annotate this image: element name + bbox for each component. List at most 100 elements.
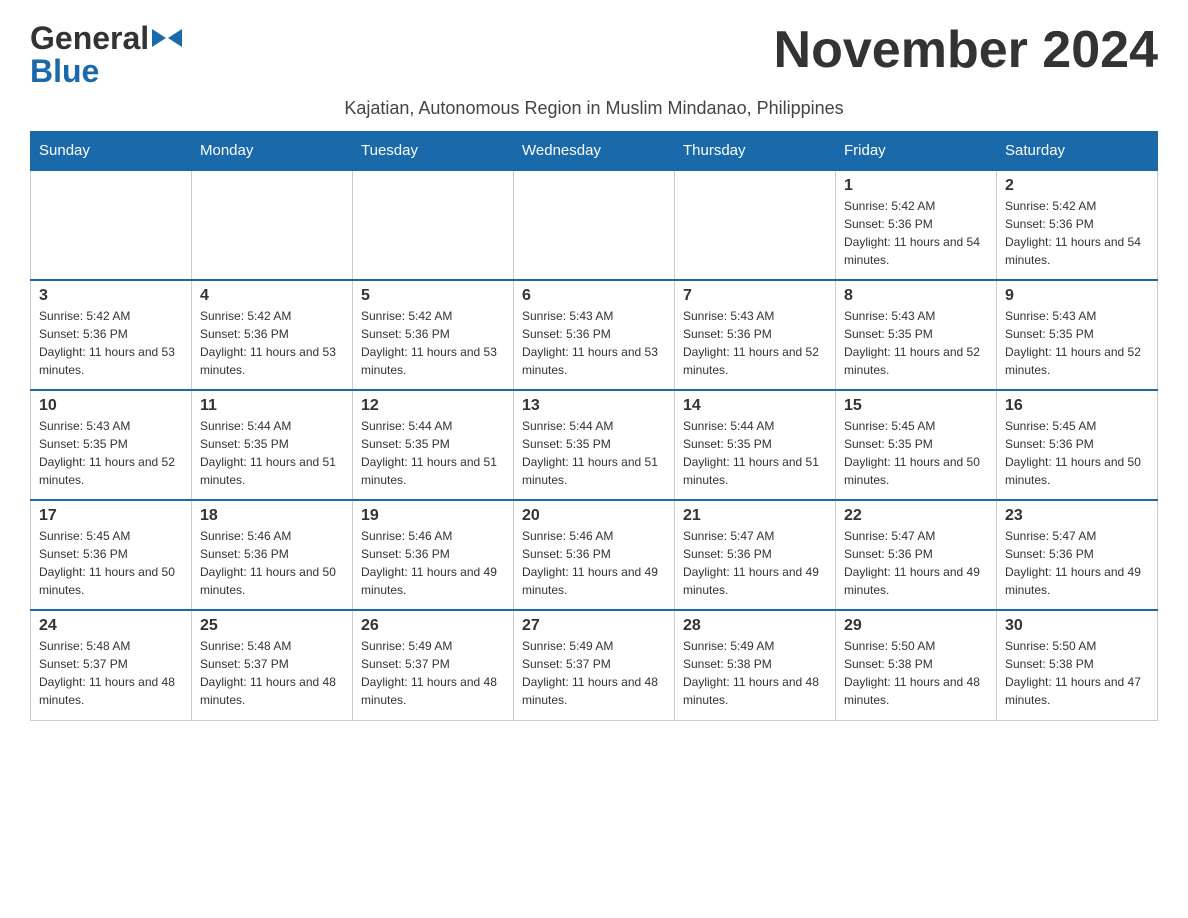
day-number: 26 xyxy=(361,617,505,635)
calendar-cell: 7 Sunrise: 5:43 AM Sunset: 5:36 PM Daylig… xyxy=(675,280,836,390)
day-number: 14 xyxy=(683,397,827,415)
day-number: 15 xyxy=(844,397,988,415)
day-info: Sunrise: 5:43 AM Sunset: 5:36 PM Dayligh… xyxy=(683,307,827,379)
day-info: Sunrise: 5:44 AM Sunset: 5:35 PM Dayligh… xyxy=(522,417,666,489)
calendar-cell: 12 Sunrise: 5:44 AM Sunset: 5:35 PM Dayli… xyxy=(353,390,514,500)
day-number: 18 xyxy=(200,507,344,525)
day-number: 11 xyxy=(200,397,344,415)
day-number: 6 xyxy=(522,287,666,305)
logo-blue: Blue xyxy=(30,53,99,89)
day-number: 24 xyxy=(39,617,183,635)
header-thursday: Thursday xyxy=(675,132,836,171)
calendar-cell: 9 Sunrise: 5:43 AM Sunset: 5:35 PM Daylig… xyxy=(997,280,1158,390)
day-info: Sunrise: 5:48 AM Sunset: 5:37 PM Dayligh… xyxy=(39,637,183,709)
calendar-cell xyxy=(675,170,836,280)
day-number: 8 xyxy=(844,287,988,305)
calendar-cell: 1 Sunrise: 5:42 AM Sunset: 5:36 PM Daylig… xyxy=(836,170,997,280)
calendar-cell: 21Sunrise: 5:47 AM Sunset: 5:36 PM Dayli… xyxy=(675,500,836,610)
calendar-cell: 29Sunrise: 5:50 AM Sunset: 5:38 PM Dayli… xyxy=(836,610,997,720)
day-info: Sunrise: 5:45 AM Sunset: 5:35 PM Dayligh… xyxy=(844,417,988,489)
calendar-cell: 3 Sunrise: 5:42 AM Sunset: 5:36 PM Daylig… xyxy=(31,280,192,390)
calendar-cell: 26 Sunrise: 5:49 AM Sunset: 5:37 PM Dayli… xyxy=(353,610,514,720)
day-number: 22 xyxy=(844,507,988,525)
calendar-cell: 17 Sunrise: 5:45 AM Sunset: 5:36 PM Dayli… xyxy=(31,500,192,610)
page-header: General Blue November 2024 xyxy=(30,20,1158,90)
calendar-cell: 2 Sunrise: 5:42 AM Sunset: 5:36 PM Daylig… xyxy=(997,170,1158,280)
day-info: Sunrise: 5:44 AM Sunset: 5:35 PM Dayligh… xyxy=(200,417,344,489)
calendar-cell xyxy=(31,170,192,280)
day-number: 9 xyxy=(1005,287,1149,305)
calendar-cell: 11 Sunrise: 5:44 AM Sunset: 5:35 PM Dayli… xyxy=(192,390,353,500)
day-info: Sunrise: 5:43 AM Sunset: 5:35 PM Dayligh… xyxy=(1005,307,1149,379)
day-info: Sunrise: 5:49 AM Sunset: 5:38 PM Dayligh… xyxy=(683,637,827,709)
header-sunday: Sunday xyxy=(31,132,192,171)
calendar-cell: 10 Sunrise: 5:43 AM Sunset: 5:35 PM Dayli… xyxy=(31,390,192,500)
calendar-cell: 28Sunrise: 5:49 AM Sunset: 5:38 PM Dayli… xyxy=(675,610,836,720)
calendar-cell: 24 Sunrise: 5:48 AM Sunset: 5:37 PM Dayli… xyxy=(31,610,192,720)
day-info: Sunrise: 5:44 AM Sunset: 5:35 PM Dayligh… xyxy=(361,417,505,489)
calendar-week-row: 10 Sunrise: 5:43 AM Sunset: 5:35 PM Dayli… xyxy=(31,390,1158,500)
day-info: Sunrise: 5:45 AM Sunset: 5:36 PM Dayligh… xyxy=(39,527,183,599)
calendar-cell: 13Sunrise: 5:44 AM Sunset: 5:35 PM Dayli… xyxy=(514,390,675,500)
day-number: 12 xyxy=(361,397,505,415)
day-info: Sunrise: 5:42 AM Sunset: 5:36 PM Dayligh… xyxy=(1005,197,1149,269)
calendar-week-row: 1 Sunrise: 5:42 AM Sunset: 5:36 PM Daylig… xyxy=(31,170,1158,280)
calendar-cell xyxy=(192,170,353,280)
header-saturday: Saturday xyxy=(997,132,1158,171)
day-info: Sunrise: 5:42 AM Sunset: 5:36 PM Dayligh… xyxy=(39,307,183,379)
day-number: 23 xyxy=(1005,507,1149,525)
calendar-cell: 14 Sunrise: 5:44 AM Sunset: 5:35 PM Dayli… xyxy=(675,390,836,500)
day-info: Sunrise: 5:49 AM Sunset: 5:37 PM Dayligh… xyxy=(522,637,666,709)
day-number: 4 xyxy=(200,287,344,305)
calendar-cell: 8 Sunrise: 5:43 AM Sunset: 5:35 PM Daylig… xyxy=(836,280,997,390)
header-monday: Monday xyxy=(192,132,353,171)
day-info: Sunrise: 5:44 AM Sunset: 5:35 PM Dayligh… xyxy=(683,417,827,489)
calendar-week-row: 3 Sunrise: 5:42 AM Sunset: 5:36 PM Daylig… xyxy=(31,280,1158,390)
day-number: 17 xyxy=(39,507,183,525)
calendar-cell: 15 Sunrise: 5:45 AM Sunset: 5:35 PM Dayli… xyxy=(836,390,997,500)
day-number: 2 xyxy=(1005,177,1149,195)
calendar-cell xyxy=(353,170,514,280)
logo: General Blue xyxy=(30,20,182,90)
day-number: 16 xyxy=(1005,397,1149,415)
logo-general: General xyxy=(30,20,149,57)
day-info: Sunrise: 5:47 AM Sunset: 5:36 PM Dayligh… xyxy=(1005,527,1149,599)
day-info: Sunrise: 5:46 AM Sunset: 5:36 PM Dayligh… xyxy=(200,527,344,599)
day-info: Sunrise: 5:43 AM Sunset: 5:35 PM Dayligh… xyxy=(39,417,183,489)
day-info: Sunrise: 5:49 AM Sunset: 5:37 PM Dayligh… xyxy=(361,637,505,709)
calendar-cell: 16 Sunrise: 5:45 AM Sunset: 5:36 PM Dayli… xyxy=(997,390,1158,500)
day-info: Sunrise: 5:43 AM Sunset: 5:35 PM Dayligh… xyxy=(844,307,988,379)
day-number: 21 xyxy=(683,507,827,525)
day-number: 27 xyxy=(522,617,666,635)
day-number: 30 xyxy=(1005,617,1149,635)
day-info: Sunrise: 5:50 AM Sunset: 5:38 PM Dayligh… xyxy=(1005,637,1149,709)
calendar-cell: 5Sunrise: 5:42 AM Sunset: 5:36 PM Daylig… xyxy=(353,280,514,390)
calendar-cell: 6Sunrise: 5:43 AM Sunset: 5:36 PM Daylig… xyxy=(514,280,675,390)
day-info: Sunrise: 5:42 AM Sunset: 5:36 PM Dayligh… xyxy=(200,307,344,379)
day-info: Sunrise: 5:46 AM Sunset: 5:36 PM Dayligh… xyxy=(361,527,505,599)
subtitle: Kajatian, Autonomous Region in Muslim Mi… xyxy=(30,98,1158,119)
calendar-cell xyxy=(514,170,675,280)
day-number: 10 xyxy=(39,397,183,415)
calendar-week-row: 24 Sunrise: 5:48 AM Sunset: 5:37 PM Dayli… xyxy=(31,610,1158,720)
day-number: 25 xyxy=(200,617,344,635)
calendar-cell: 20Sunrise: 5:46 AM Sunset: 5:36 PM Dayli… xyxy=(514,500,675,610)
day-number: 5 xyxy=(361,287,505,305)
day-number: 1 xyxy=(844,177,988,195)
day-info: Sunrise: 5:45 AM Sunset: 5:36 PM Dayligh… xyxy=(1005,417,1149,489)
day-number: 7 xyxy=(683,287,827,305)
day-number: 3 xyxy=(39,287,183,305)
day-info: Sunrise: 5:42 AM Sunset: 5:36 PM Dayligh… xyxy=(844,197,988,269)
month-title: November 2024 xyxy=(774,20,1158,80)
calendar-table: Sunday Monday Tuesday Wednesday Thursday… xyxy=(30,131,1158,721)
day-number: 29 xyxy=(844,617,988,635)
calendar-cell: 18 Sunrise: 5:46 AM Sunset: 5:36 PM Dayli… xyxy=(192,500,353,610)
header-friday: Friday xyxy=(836,132,997,171)
calendar-header-row: Sunday Monday Tuesday Wednesday Thursday… xyxy=(31,132,1158,171)
calendar-cell: 25 Sunrise: 5:48 AM Sunset: 5:37 PM Dayli… xyxy=(192,610,353,720)
header-wednesday: Wednesday xyxy=(514,132,675,171)
header-tuesday: Tuesday xyxy=(353,132,514,171)
day-info: Sunrise: 5:48 AM Sunset: 5:37 PM Dayligh… xyxy=(200,637,344,709)
calendar-cell: 23 Sunrise: 5:47 AM Sunset: 5:36 PM Dayli… xyxy=(997,500,1158,610)
day-number: 19 xyxy=(361,507,505,525)
